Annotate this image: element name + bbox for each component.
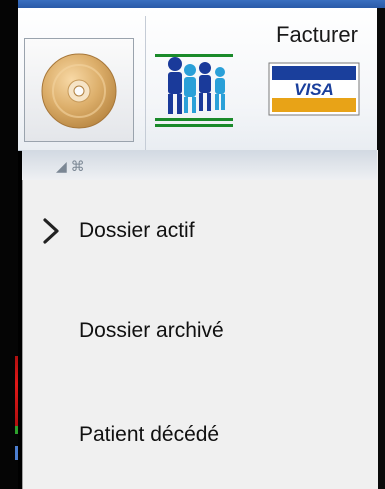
status-mark-red xyxy=(15,356,18,426)
menu-item-dossier-actif[interactable]: Dossier actif xyxy=(22,196,377,276)
menu-header-icon: ◢ ⌘ xyxy=(56,158,85,174)
app-window: Facturer VISA ◢ ⌘ Dossier actif Dossier … xyxy=(0,0,385,489)
menu-item-patient-decede[interactable]: Patient décédé xyxy=(22,400,377,480)
status-mark-blue xyxy=(15,446,18,460)
visa-text: VISA xyxy=(294,80,334,99)
chevron-right-icon xyxy=(43,218,59,244)
disc-icon xyxy=(41,53,117,129)
left-edge-panel xyxy=(0,0,18,489)
ribbon-group-label: Facturer xyxy=(276,22,358,47)
title-bar xyxy=(0,0,385,8)
window-edge-right xyxy=(377,8,385,489)
team-icon[interactable] xyxy=(155,48,233,128)
menu-item-label: Dossier actif xyxy=(79,219,195,242)
ribbon-separator xyxy=(145,16,146,150)
app-menu-button[interactable] xyxy=(24,38,134,142)
visa-card-icon[interactable]: VISA xyxy=(268,62,360,116)
menu-item-label: Dossier archivé xyxy=(79,319,224,342)
menu-item-label: Patient décédé xyxy=(79,423,220,446)
status-mark-green xyxy=(15,426,18,434)
menu-item-dossier-archive[interactable]: Dossier archivé xyxy=(22,296,377,376)
